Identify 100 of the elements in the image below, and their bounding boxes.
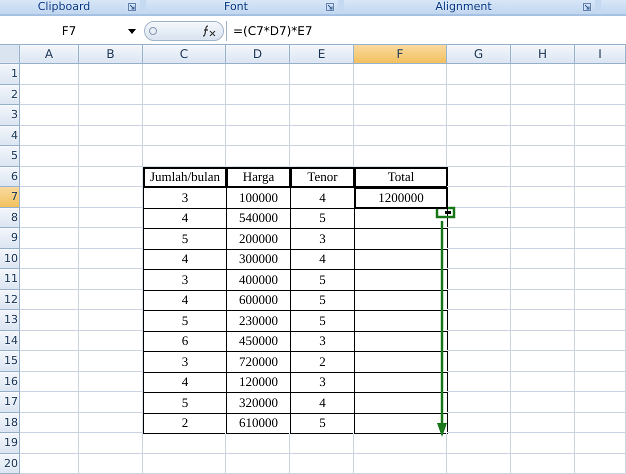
empty-cell[interactable] [290, 126, 354, 146]
empty-cell[interactable] [575, 454, 626, 474]
empty-cell[interactable] [575, 248, 626, 269]
empty-cell[interactable] [226, 433, 290, 454]
column-header[interactable]: E [290, 45, 354, 64]
row-header[interactable]: 9 [0, 228, 20, 248]
empty-cell[interactable] [143, 64, 226, 84]
empty-cell[interactable] [511, 187, 575, 208]
empty-cell[interactable] [511, 269, 575, 290]
empty-cell[interactable] [226, 84, 290, 105]
empty-cell[interactable] [447, 64, 511, 84]
empty-cell[interactable] [143, 105, 226, 126]
empty-cell[interactable] [575, 412, 626, 433]
empty-cell[interactable] [511, 392, 575, 412]
dialog-launcher-icon[interactable] [583, 3, 591, 11]
empty-cell[interactable] [290, 84, 354, 105]
empty-cell[interactable] [79, 105, 143, 126]
function-icon[interactable] [201, 25, 217, 37]
empty-cell[interactable] [79, 146, 143, 166]
empty-cell[interactable] [511, 454, 575, 474]
empty-cell[interactable] [447, 146, 511, 166]
empty-cell[interactable] [511, 310, 575, 330]
empty-cell[interactable] [79, 84, 143, 105]
fill-handle-icon[interactable] [436, 206, 456, 218]
empty-cell[interactable] [575, 351, 626, 372]
empty-cell[interactable] [575, 433, 626, 454]
empty-cell[interactable] [354, 64, 447, 84]
row-header[interactable]: 15 [0, 351, 20, 372]
empty-cell[interactable] [511, 208, 575, 228]
row-header[interactable]: 20 [0, 454, 20, 474]
empty-cell[interactable] [575, 126, 626, 146]
empty-cell[interactable] [575, 269, 626, 290]
column-header[interactable]: I [575, 45, 626, 64]
empty-cell[interactable] [575, 310, 626, 330]
empty-cell[interactable] [226, 64, 290, 84]
empty-cell[interactable] [354, 105, 447, 126]
empty-cell[interactable] [511, 412, 575, 433]
empty-cell[interactable] [511, 351, 575, 372]
empty-cell[interactable] [290, 64, 354, 84]
empty-cell[interactable] [575, 166, 626, 187]
empty-cell[interactable] [290, 433, 354, 454]
row-header[interactable]: 4 [0, 126, 20, 146]
column-header[interactable]: A [20, 45, 79, 64]
empty-cell[interactable] [575, 392, 626, 412]
empty-cell[interactable] [79, 433, 143, 454]
empty-cell[interactable] [143, 454, 226, 474]
empty-cell[interactable] [79, 126, 143, 146]
empty-cell[interactable] [511, 228, 575, 248]
empty-cell[interactable] [511, 146, 575, 166]
empty-cell[interactable] [143, 433, 226, 454]
row-header[interactable]: 7 [0, 187, 20, 208]
empty-cell[interactable] [511, 433, 575, 454]
empty-cell[interactable] [511, 105, 575, 126]
row-header[interactable]: 1 [0, 64, 20, 84]
formula-field[interactable]: =(C7*D7)*E7 [226, 21, 626, 41]
empty-cell[interactable] [511, 166, 575, 187]
empty-cell[interactable] [575, 290, 626, 310]
empty-cell[interactable] [575, 84, 626, 105]
empty-cell[interactable] [79, 64, 143, 84]
dialog-launcher-icon[interactable] [326, 3, 334, 11]
row-header[interactable]: 10 [0, 248, 20, 269]
row-header[interactable]: 17 [0, 392, 20, 412]
handle-icon[interactable] [149, 27, 157, 35]
column-header[interactable]: D [226, 45, 290, 64]
column-header[interactable]: H [511, 45, 575, 64]
row-header[interactable]: 2 [0, 84, 20, 105]
dialog-launcher-icon[interactable] [128, 3, 136, 11]
column-header[interactable]: F [354, 45, 447, 64]
row-header[interactable]: 18 [0, 412, 20, 433]
empty-cell[interactable] [511, 126, 575, 146]
empty-cell[interactable] [354, 433, 447, 454]
empty-cell[interactable] [511, 248, 575, 269]
row-header[interactable]: 6 [0, 166, 20, 187]
row-header[interactable]: 12 [0, 290, 20, 310]
empty-cell[interactable] [354, 454, 447, 474]
empty-cell[interactable] [143, 84, 226, 105]
select-all-corner[interactable] [0, 45, 20, 64]
empty-cell[interactable] [511, 330, 575, 351]
empty-cell[interactable] [226, 105, 290, 126]
empty-cell[interactable] [575, 105, 626, 126]
empty-cell[interactable] [447, 84, 511, 105]
empty-cell[interactable] [511, 84, 575, 105]
empty-cell[interactable] [447, 433, 511, 454]
row-header[interactable]: 5 [0, 146, 20, 166]
row-header[interactable]: 8 [0, 208, 20, 228]
empty-cell[interactable] [575, 330, 626, 351]
column-header[interactable]: B [79, 45, 143, 64]
empty-cell[interactable] [575, 64, 626, 84]
empty-cell[interactable] [290, 454, 354, 474]
row-header[interactable]: 14 [0, 330, 20, 351]
empty-cell[interactable] [575, 146, 626, 166]
empty-cell[interactable] [354, 126, 447, 146]
row-header[interactable]: 13 [0, 310, 20, 330]
row-header[interactable]: 11 [0, 269, 20, 290]
empty-cell[interactable] [354, 84, 447, 105]
empty-cell[interactable] [575, 228, 626, 248]
column-header[interactable]: C [143, 45, 226, 64]
empty-cell[interactable] [290, 105, 354, 126]
empty-cell[interactable] [575, 208, 626, 228]
row-header[interactable]: 16 [0, 372, 20, 392]
